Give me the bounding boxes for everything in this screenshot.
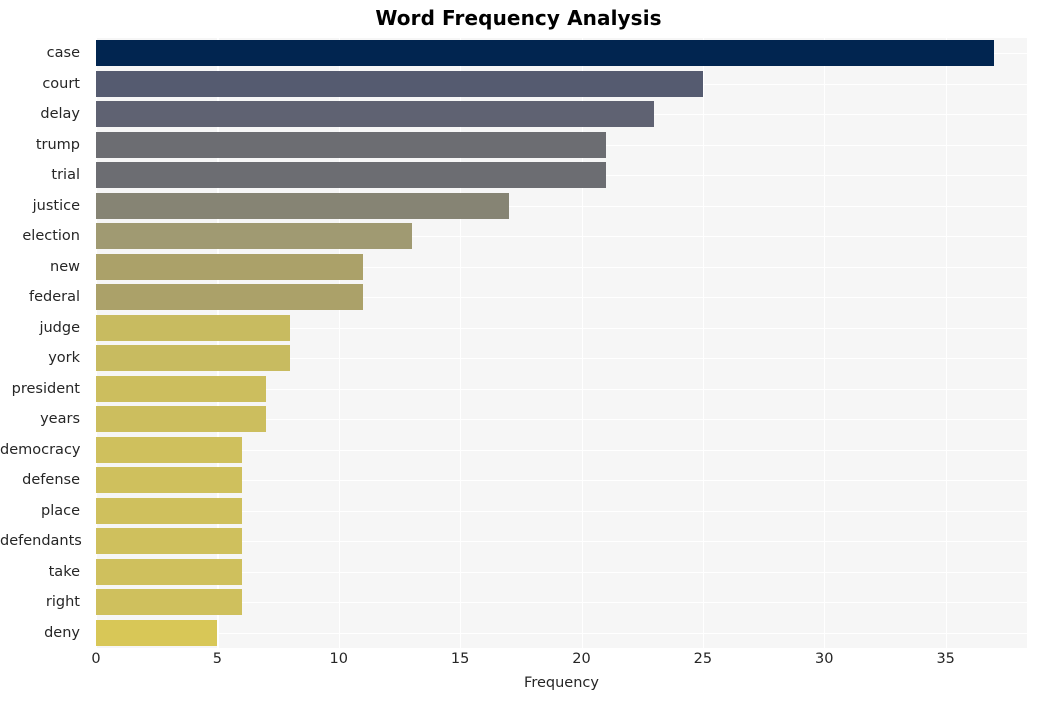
- y-axis-tick-label: defendants: [0, 533, 82, 550]
- bar: [96, 497, 242, 524]
- y-axis-tick-label: delay: [40, 106, 80, 123]
- bar: [96, 162, 606, 189]
- bar: [96, 284, 364, 311]
- bar: [96, 467, 242, 494]
- y-axis-tick-label: take: [48, 563, 80, 580]
- bar: [96, 253, 364, 280]
- y-axis-tick-label: judge: [39, 319, 80, 336]
- bar: [96, 619, 218, 646]
- vertical-gridline: [945, 38, 947, 648]
- bar: [96, 589, 242, 616]
- x-axis-tick-label: 15: [450, 651, 470, 667]
- vertical-gridline: [96, 38, 98, 648]
- bar: [96, 101, 655, 128]
- bar: [96, 192, 509, 219]
- bar: [96, 314, 291, 341]
- vertical-gridline: [338, 38, 340, 648]
- chart-figure: Word Frequency Analysis case court delay tr…: [0, 0, 1037, 701]
- bar: [96, 131, 606, 158]
- x-axis-tick-label: 35: [936, 651, 955, 667]
- y-axis-tick-label: court: [42, 75, 80, 92]
- y-axis-tick-label: place: [40, 502, 80, 519]
- bar: [96, 375, 266, 402]
- bar: [96, 223, 412, 250]
- bar: [96, 528, 242, 555]
- x-axis-label: Frequency: [524, 675, 599, 691]
- x-axis-tick-label: 5: [212, 651, 222, 667]
- y-axis-tick-label: president: [11, 380, 80, 397]
- bar: [96, 558, 242, 585]
- x-axis-tick-label: 10: [329, 651, 348, 667]
- y-axis-tick-label: york: [48, 350, 80, 367]
- y-axis-tick-label: trial: [51, 167, 80, 184]
- y-axis-tick-labels: case court delay trump trial justice election n…: [0, 38, 88, 648]
- plot-area: [96, 38, 1027, 648]
- bar: [96, 70, 703, 97]
- y-axis-tick-label: case: [46, 45, 80, 62]
- x-axis-tick-label: 30: [815, 651, 834, 667]
- x-axis-tick-label: 25: [693, 651, 713, 667]
- y-axis-tick-label: right: [45, 594, 80, 611]
- y-axis-tick-label: justice: [32, 197, 80, 214]
- y-axis-tick-label: deny: [44, 624, 80, 641]
- bar: [96, 40, 995, 67]
- bar: [96, 406, 266, 433]
- y-axis-tick-label: trump: [35, 136, 80, 153]
- vertical-gridline: [460, 38, 462, 648]
- y-axis-tick-label: defense: [22, 472, 80, 489]
- page-title: Word Frequency Analysis: [375, 6, 662, 30]
- y-axis-tick-label: federal: [28, 289, 80, 306]
- bar: [96, 345, 291, 372]
- y-axis-tick-label: election: [22, 228, 80, 245]
- x-axis-tick-labels: 0 5 10 15 20 25 30 35: [91, 651, 1027, 676]
- x-axis-tick-label: 20: [572, 651, 591, 667]
- horizontal-gridline: [96, 632, 1027, 634]
- y-axis-tick-label: new: [50, 258, 80, 275]
- x-axis-tick-label: 0: [91, 651, 101, 667]
- vertical-gridline: [702, 38, 705, 648]
- y-axis-tick-label: years: [40, 411, 80, 428]
- y-axis-tick-label: democracy: [0, 441, 81, 458]
- vertical-gridline: [824, 38, 826, 648]
- vertical-gridline: [217, 38, 219, 648]
- vertical-gridline: [581, 38, 583, 648]
- bar: [96, 436, 242, 463]
